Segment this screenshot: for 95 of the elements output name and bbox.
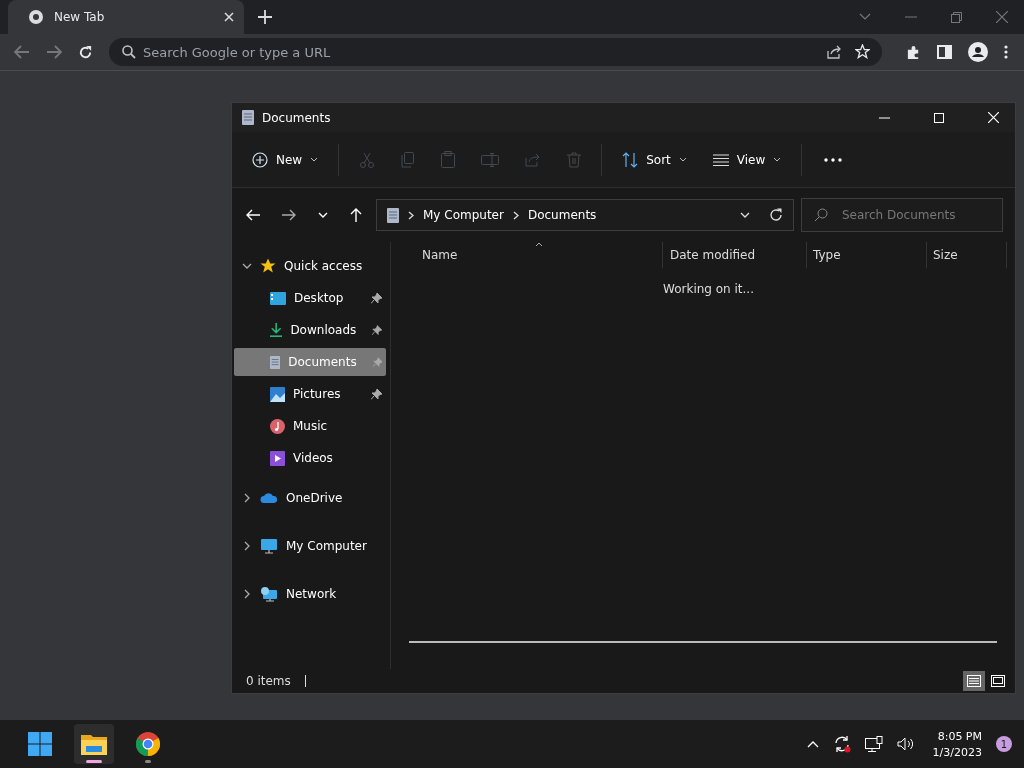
network-icon[interactable] [864, 736, 883, 752]
pin-icon[interactable] [371, 388, 382, 400]
document-icon [387, 207, 399, 223]
image-icon [270, 386, 285, 402]
video-icon [270, 450, 285, 466]
address-bar[interactable]: Search Google or type a URL [109, 38, 882, 66]
new-button[interactable]: New [242, 145, 329, 174]
breadcrumb-item[interactable]: My Computer [423, 208, 504, 222]
nav-item[interactable]: Downloads [234, 316, 386, 344]
nav-item[interactable]: My Computer [234, 532, 390, 560]
nav-item[interactable]: OneDrive [234, 484, 390, 512]
scroll-bar[interactable] [409, 641, 997, 643]
chrome-icon [28, 9, 44, 25]
windows-logo-icon [28, 732, 52, 756]
chrome-icon [136, 732, 160, 756]
notification-badge[interactable]: 1 [996, 736, 1012, 752]
nav-item[interactable]: Music [234, 412, 386, 440]
recent-caret-icon[interactable] [318, 212, 328, 218]
caret-icon [773, 157, 782, 162]
caret-icon [678, 157, 687, 162]
view-button[interactable]: View [702, 146, 792, 173]
column-header[interactable]: Type [807, 242, 927, 268]
monitor-icon [260, 538, 278, 554]
details-icon [967, 675, 981, 687]
nav-item[interactable]: Videos [234, 444, 386, 472]
plus-circle-icon [252, 151, 268, 168]
side-panel-icon[interactable] [937, 45, 952, 59]
puzzle-icon[interactable] [906, 44, 921, 60]
clock-date[interactable]: 1/3/2023 [932, 745, 982, 759]
window-title: Documents [262, 110, 331, 125]
tiles-icon [991, 675, 1005, 687]
search-icon [814, 208, 828, 222]
nav-item[interactable]: Desktop [234, 284, 386, 312]
scissors-icon [359, 151, 376, 168]
breadcrumb-item[interactable]: Documents [527, 208, 597, 222]
up-icon[interactable] [350, 208, 362, 222]
refresh-icon[interactable] [769, 208, 783, 222]
expand-chevron-icon[interactable] [242, 541, 252, 551]
search-icon [122, 45, 136, 59]
cloud-icon [260, 492, 278, 504]
network-icon [260, 586, 278, 602]
file-explorer-button[interactable] [74, 724, 114, 764]
browser-tab[interactable]: New Tab [8, 0, 244, 34]
clock-time[interactable]: 8:05 PM [937, 729, 982, 743]
sort-caret-icon [535, 242, 543, 247]
item-count: 0 items [246, 674, 291, 688]
star-icon [260, 258, 276, 274]
pin-icon[interactable] [371, 292, 382, 304]
pin-icon[interactable] [372, 324, 382, 336]
clipboard-icon [441, 151, 456, 168]
chevron-up-icon[interactable] [806, 740, 819, 748]
document-icon [270, 354, 281, 370]
desktop-icon [270, 291, 286, 305]
volume-icon[interactable] [896, 737, 915, 751]
music-note-icon [270, 418, 285, 434]
folder-icon [81, 733, 107, 755]
share-icon[interactable] [827, 45, 842, 59]
sync-icon[interactable] [832, 735, 851, 753]
column-header[interactable]: Size [927, 242, 1007, 268]
lines-icon [712, 153, 729, 166]
share-icon [525, 152, 542, 167]
sort-button[interactable]: Sort [612, 145, 697, 174]
address-field[interactable]: My Computer Documents [376, 199, 794, 231]
menu-icon[interactable] [1004, 45, 1008, 59]
maximize-icon[interactable] [934, 112, 944, 123]
caret-icon [310, 157, 319, 162]
sort-arrows-icon [622, 151, 639, 168]
forward-icon[interactable] [282, 209, 296, 221]
details-view-button[interactable] [963, 671, 985, 691]
search-field[interactable]: Search Documents [801, 198, 1003, 232]
loading-message: Working on it... [663, 282, 755, 296]
star-icon[interactable] [855, 44, 870, 59]
nav-item[interactable]: Network [234, 580, 390, 608]
column-header[interactable]: Name [409, 242, 663, 268]
nav-item[interactable]: Documents [234, 348, 386, 376]
chevron-icon [512, 210, 519, 220]
running-indicator [145, 760, 151, 763]
chevron-icon [408, 210, 414, 220]
copy-icon [401, 151, 416, 168]
profile-icon[interactable] [968, 42, 988, 62]
restore-icon[interactable] [951, 11, 962, 23]
nav-item[interactable]: Quick access [234, 252, 390, 280]
new-tab-icon[interactable] [258, 10, 272, 24]
more-icon[interactable] [824, 157, 843, 162]
expand-chevron-icon[interactable] [242, 589, 252, 599]
trash-icon [567, 151, 582, 168]
download-icon [270, 322, 283, 338]
column-header[interactable]: Date modified [663, 242, 807, 268]
document-icon [242, 110, 254, 125]
running-indicator [86, 760, 102, 763]
expand-chevron-icon[interactable] [242, 493, 252, 503]
rename-icon [481, 152, 500, 167]
expand-chevron-icon[interactable] [242, 261, 252, 271]
reload-icon[interactable] [78, 44, 93, 60]
nav-item[interactable]: Pictures [234, 380, 386, 408]
